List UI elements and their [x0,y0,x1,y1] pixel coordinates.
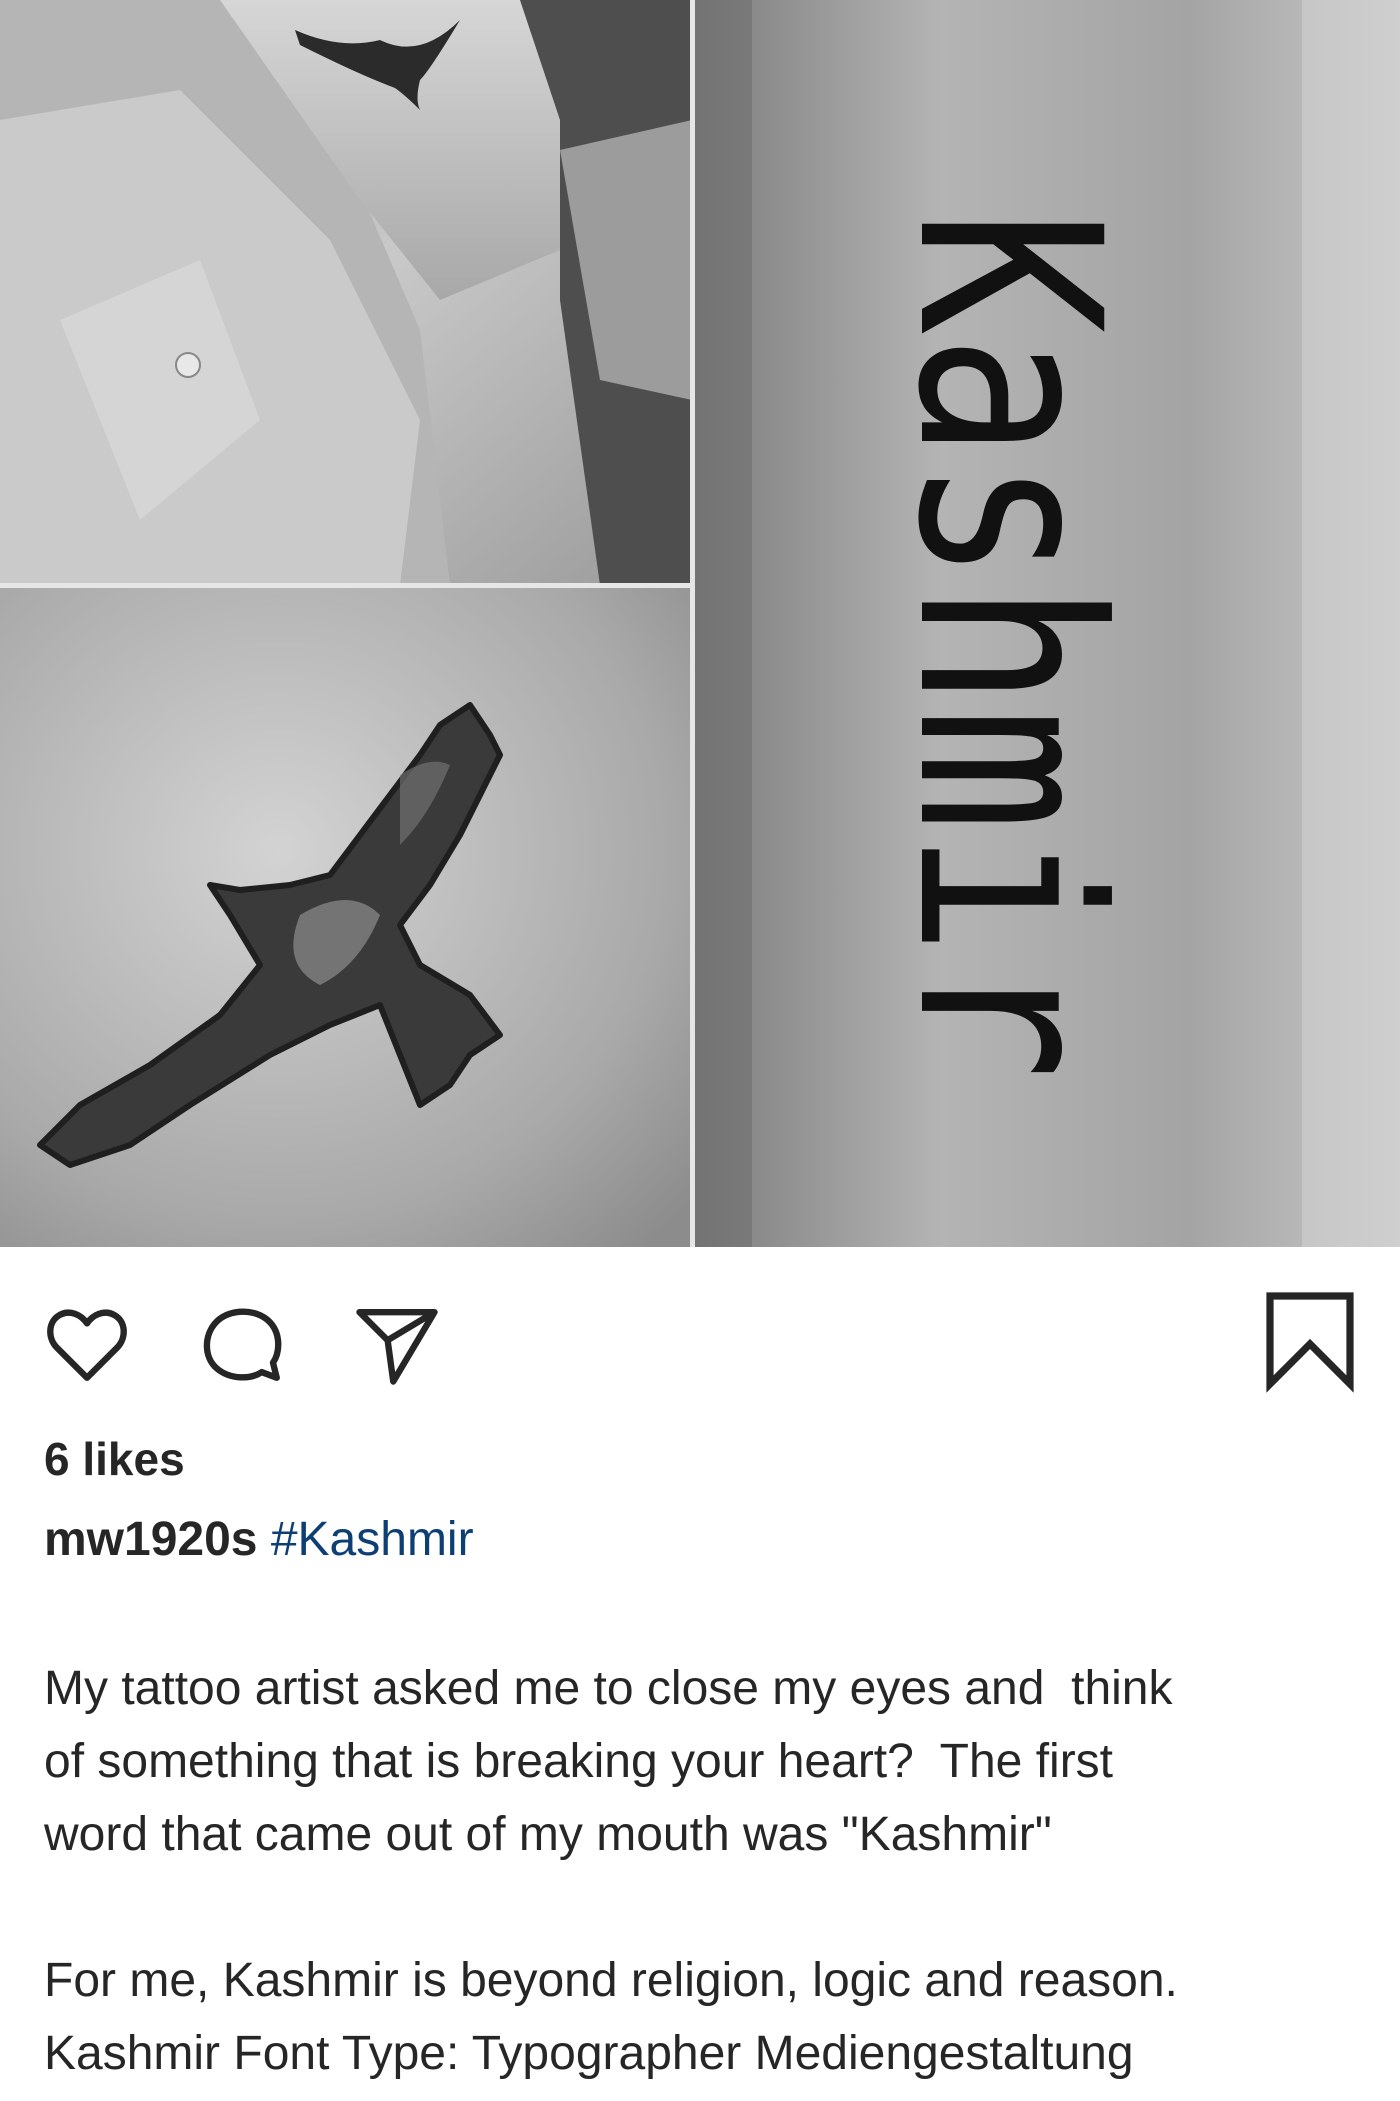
likes-count[interactable]: 6 likes [44,1432,185,1486]
comment-button[interactable] [198,1299,288,1389]
caption-line: My tattoo artist asked me to close my ey… [44,1662,1173,1715]
photo-bird-tattoo-closeup [0,585,695,1247]
paper-plane-icon [356,1308,438,1385]
bookmark-icon [1266,1292,1354,1393]
caption-header: mw1920s #Kashmir [44,1512,474,1567]
post-action-bar [0,1247,1400,1397]
caption-line: For me, Kashmir is beyond religion, logi… [44,1954,1178,2007]
share-button[interactable] [352,1299,442,1389]
photo-kashmir-lettering-tattoo: Kashmir [692,0,1400,1247]
comment-icon [203,1308,282,1381]
caption-text: My tattoo artist asked me to close my ey… [44,1652,1374,2090]
photo-collage[interactable]: Kashmir [0,0,1400,1247]
save-button[interactable] [1262,1287,1358,1393]
instagram-post: Kashmir 6 likes mw1920s #Kashmir My tatt… [0,0,1400,2101]
collage-divider [0,583,692,588]
username-link[interactable]: mw1920s [44,1513,258,1566]
collage-divider [690,0,695,1247]
hashtag-link[interactable]: #Kashmir [271,1513,474,1566]
like-button[interactable] [42,1299,132,1389]
caption-line: word that came out of my mouth was "Kash… [44,1808,1052,1861]
heart-icon [47,1309,127,1381]
caption-line: of something that is breaking your heart… [44,1735,1114,1788]
photo-wrist-bird-tattoo [0,0,692,585]
tattoo-lettering: Kashmir [863,210,1154,1080]
caption-line: Kashmir Font Type: Typographer Medienges… [44,2027,1134,2080]
